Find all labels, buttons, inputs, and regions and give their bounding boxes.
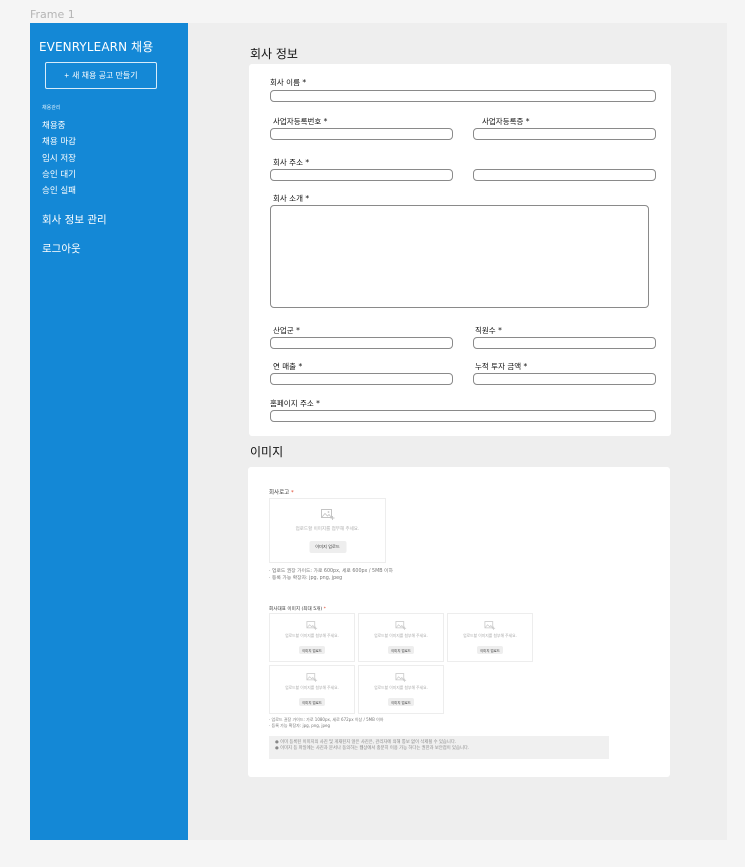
gallery-guide-ext: · 등록 가능 확장자: jpg, png, jpeg — [269, 723, 331, 728]
gallery-drop-text: 업로드할 이미지를 첨부해 주세요. — [374, 685, 428, 690]
image-add-icon — [306, 621, 318, 630]
gallery-dropzone[interactable]: 업로드할 이미지를 첨부해 주세요. 이미지 업로드 — [269, 665, 355, 714]
gallery-dropzone[interactable]: 업로드할 이미지를 첨부해 주세요. 이미지 업로드 — [358, 665, 444, 714]
homepage-label: 홈페이지 주소 * — [270, 399, 320, 408]
address-input[interactable] — [270, 169, 453, 181]
app-frame: EVENRYLEARN 채용 + 새 채용 공고 만들기 채용관리 채용중 채용… — [30, 23, 727, 840]
nav-item-rejected[interactable]: 승인 실패 — [42, 183, 76, 199]
images-card: 회사로고 * 업로드할 이미지를 첨부해 주세요. 이미지 업로드 · 업로드 … — [248, 467, 670, 777]
revenue-label: 연 매출 * — [273, 362, 303, 371]
logo-dropzone[interactable]: 업로드할 이미지를 첨부해 주세요. 이미지 업로드 — [269, 498, 386, 563]
industry-input[interactable] — [270, 337, 453, 349]
intro-label: 회사 소개 * — [273, 194, 310, 203]
image-notice-box: ● 이미 등록된 이미지의 사진 및 게재된지 않은 사진은, 관리자에 의해 … — [269, 736, 609, 759]
section-title-recruit: 채용관리 — [42, 105, 61, 111]
image-add-icon — [395, 621, 407, 630]
images-section-title: 이미지 — [250, 445, 284, 459]
gallery-upload-button[interactable]: 이미지 업로드 — [388, 698, 414, 706]
gallery-dropzone[interactable]: 업로드할 이미지를 첨부해 주세요. 이미지 업로드 — [269, 613, 355, 662]
biz-number-label: 사업자등록번호 * — [273, 117, 328, 126]
gallery-upload-button[interactable]: 이미지 업로드 — [299, 646, 325, 654]
biz-cert-label: 사업자등록증 * — [482, 117, 530, 126]
intro-textarea[interactable] — [270, 205, 649, 308]
recruit-nav: 채용중 채용 마감 임시 저장 승인 대기 승인 실패 — [42, 118, 76, 199]
address-label: 회사 주소 * — [273, 158, 310, 167]
gallery-drop-text: 업로드할 이미지를 첨부해 주세요. — [463, 633, 517, 638]
logo-guide-ext: · 등록 가능 확장자: jpg, png, jpeg — [269, 576, 343, 581]
investment-label: 누적 투자 금액 * — [475, 362, 528, 371]
company-section-title: 회사 정보 — [250, 47, 298, 61]
gallery-dropzone[interactable]: 업로드할 이미지를 첨부해 주세요. 이미지 업로드 — [358, 613, 444, 662]
industry-label: 산업군 * — [273, 326, 300, 335]
biz-cert-upload[interactable] — [473, 128, 656, 140]
gallery-label: 회사대표 이미지 (최대 5개) * — [269, 607, 326, 612]
nav-item-closed[interactable]: 채용 마감 — [42, 134, 76, 150]
investment-input[interactable] — [473, 373, 656, 385]
company-name-input[interactable] — [270, 90, 656, 102]
homepage-input[interactable] — [270, 410, 656, 422]
image-add-icon — [395, 673, 407, 682]
image-add-icon — [320, 509, 334, 520]
address-detail-input[interactable] — [473, 169, 656, 181]
gallery-drop-text: 업로드할 이미지를 첨부해 주세요. — [374, 633, 428, 638]
employees-input[interactable] — [473, 337, 656, 349]
logo-label: 회사로고 * — [269, 490, 294, 496]
main-content: 회사 정보 회사 이름 * 사업자등록번호 * 사업자등록증 * 회사 주소 *… — [188, 23, 727, 840]
biz-number-input[interactable] — [270, 128, 453, 140]
plus-icon: + — [64, 71, 70, 80]
gallery-upload-button[interactable]: 이미지 업로드 — [388, 646, 414, 654]
nav-logout[interactable]: 로그아웃 — [42, 241, 81, 256]
new-job-post-label: 새 채용 공고 만들기 — [72, 71, 138, 80]
brand-title: EVENRYLEARN 채용 — [39, 40, 154, 54]
gallery-upload-button[interactable]: 이미지 업로드 — [299, 698, 325, 706]
logo-upload-button[interactable]: 이미지 업로드 — [309, 541, 346, 553]
image-add-icon — [484, 621, 496, 630]
logo-drop-text: 업로드할 이미지를 첨부해 주세요. — [295, 527, 360, 532]
gallery-dropzone[interactable]: 업로드할 이미지를 첨부해 주세요. 이미지 업로드 — [447, 613, 533, 662]
nav-item-pending[interactable]: 승인 대기 — [42, 167, 76, 183]
nav-item-open[interactable]: 채용중 — [42, 118, 76, 134]
notice-line: ● 이미지 등 파일에는 사진과 문서나 동의하는 웹상에서 충분히 이용 가능… — [275, 746, 470, 751]
revenue-input[interactable] — [270, 373, 453, 385]
employees-label: 직원수 * — [475, 326, 502, 335]
sidebar: EVENRYLEARN 채용 + 새 채용 공고 만들기 채용관리 채용중 채용… — [30, 23, 188, 840]
company-name-label: 회사 이름 * — [270, 78, 307, 87]
company-info-card: 회사 이름 * 사업자등록번호 * 사업자등록증 * 회사 주소 * 회사 소개… — [249, 64, 671, 436]
gallery-upload-button[interactable]: 이미지 업로드 — [477, 646, 503, 654]
nav-company-info[interactable]: 회사 정보 관리 — [42, 212, 107, 227]
frame-label: Frame 1 — [30, 8, 75, 21]
gallery-drop-text: 업로드할 이미지를 첨부해 주세요. — [285, 685, 339, 690]
nav-item-draft[interactable]: 임시 저장 — [42, 151, 76, 167]
image-add-icon — [306, 673, 318, 682]
gallery-drop-text: 업로드할 이미지를 첨부해 주세요. — [285, 633, 339, 638]
new-job-post-button[interactable]: + 새 채용 공고 만들기 — [45, 62, 157, 89]
